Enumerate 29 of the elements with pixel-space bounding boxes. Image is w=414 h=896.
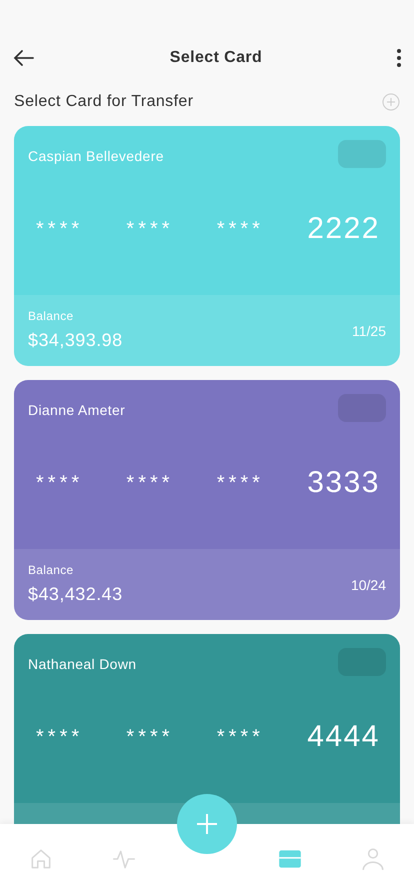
expiry-date: 10/24: [350, 576, 386, 594]
masked-digits: ****: [216, 216, 264, 242]
bank-card[interactable]: Dianne Ameter **** **** **** 3333 Balance $43,432.43 10/24: [14, 380, 400, 620]
masked-digits: ****: [126, 724, 174, 750]
balance-amount: $34,393.98: [28, 328, 123, 352]
card-holder: Dianne Ameter: [28, 401, 126, 420]
balance-label: Balance: [28, 562, 74, 578]
card-last-digits: 3333: [307, 465, 380, 501]
card-holder: Caspian Bellevedere: [28, 147, 164, 166]
masked-digits: ****: [126, 216, 174, 242]
plus-icon: [195, 812, 219, 836]
card-last-digits: 2222: [307, 211, 380, 247]
masked-digits: ****: [126, 470, 174, 496]
masked-digits: ****: [36, 470, 84, 496]
expiry-date: 11/25: [352, 322, 386, 340]
card-last-digits: 4444: [307, 719, 380, 755]
add-icon[interactable]: [382, 93, 400, 111]
bank-card[interactable]: Nathaneal Down **** **** **** 4444: [14, 634, 400, 824]
section-title: Select Card for Transfer: [14, 92, 194, 112]
balance-label: Balance: [28, 308, 74, 324]
person-icon: [360, 846, 386, 872]
masked-digits: ****: [216, 724, 264, 750]
card-holder: Nathaneal Down: [28, 655, 136, 674]
screen-title: Select Card: [170, 48, 262, 68]
more-icon[interactable]: [396, 48, 402, 68]
masked-digits: ****: [36, 216, 84, 242]
masked-digits: ****: [36, 724, 84, 750]
balance-amount: $43,432.43: [28, 582, 123, 606]
masked-digits: ****: [216, 470, 264, 496]
